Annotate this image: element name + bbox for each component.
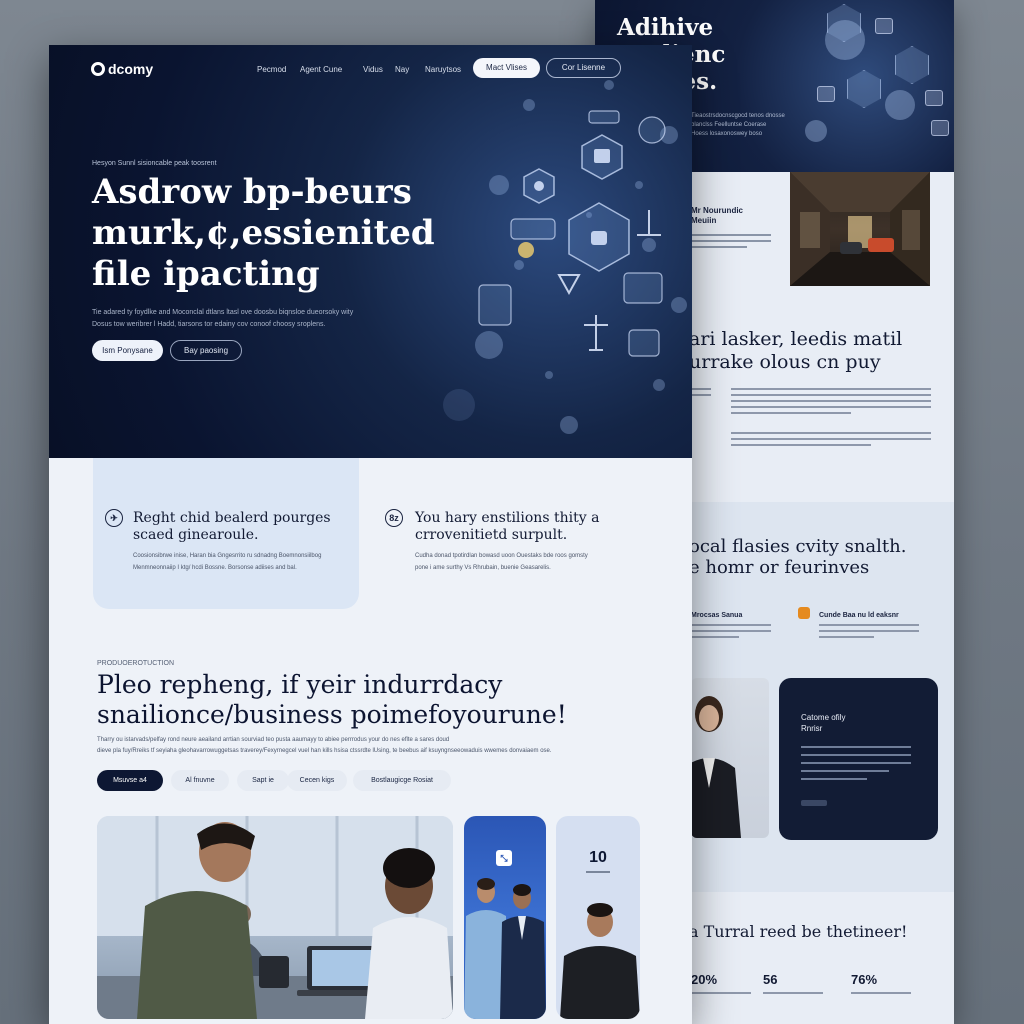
stat-caption [691, 992, 751, 994]
dark-card-title: Catome ofily Rnrisr [801, 713, 846, 733]
nav-primary-button[interactable]: Mact Vlises [473, 58, 540, 78]
stat-value: 20% [691, 972, 718, 987]
section-title: Pleo repheng, if yeir indurrdacy snailio… [97, 670, 567, 729]
feature-body: Coosionsibrwe inise, Haran bia Gngesrrit… [133, 553, 322, 571]
back-feature-title: Mrocsas Sanua [691, 612, 743, 619]
hero-section: dcomy Pecmod Agent Cune Vidus Nay Naruyt… [49, 45, 692, 458]
back-section-heading: ocal flasies cvity snalth. e homr or feu… [689, 536, 907, 578]
colleagues-photo: ⤡ [464, 816, 546, 1019]
brand-name: dcomy [108, 61, 154, 77]
back-feature-title: Cunde Baa nu ld eaksnr [819, 612, 899, 619]
filter-tab-4[interactable]: Cecen kigs [287, 770, 347, 791]
feature-title: Reght chid bealerd pourges scaed ginearo… [133, 510, 331, 543]
back-section-heading: ari lasker, leedis matil urrake olous cn… [689, 328, 903, 373]
back-text-lines [691, 620, 771, 642]
bokeh-light [885, 90, 915, 120]
nav-link-5[interactable]: Naruytsos [425, 65, 461, 74]
chart-icon [931, 120, 949, 136]
sparkle-icon [798, 607, 810, 619]
filter-tab-5[interactable]: Bostlaugicge Rosiat [353, 770, 451, 791]
badge-icon: 8z [385, 509, 403, 527]
nav-link-3[interactable]: Vidus [363, 65, 383, 74]
logo-ring-icon [91, 62, 105, 76]
street-photo [790, 172, 930, 286]
back-section-text-lines [691, 230, 771, 252]
shield-icon [847, 70, 881, 108]
hero-eyebrow: Hesyon Sunnl sisioncable peak toosrent [92, 160, 217, 167]
back-text-lines [691, 384, 711, 400]
feature-card: 8z You hary enstilions thity a crrovenit… [367, 458, 657, 609]
shield-icon [895, 46, 929, 84]
hero-title: Asdrow bp-beurs murk,¢,essienited file i… [92, 172, 435, 294]
filter-tab-2[interactable]: Al fnuvne [171, 770, 229, 791]
brand-logo[interactable]: dcomy [91, 61, 153, 77]
airplane-icon: ✈ [105, 509, 123, 527]
stat-value: 76% [851, 972, 878, 987]
back-text-lines [819, 620, 919, 642]
stat-portrait-card: 10 [556, 816, 640, 1019]
landing-page: dcomy Pecmod Agent Cune Vidus Nay Naruyt… [49, 45, 692, 1024]
feature-title: You hary enstilions thity a crrovenitiet… [415, 510, 600, 543]
feature-card: ✈ Reght chid bealerd pourges scaed ginea… [93, 458, 359, 609]
back-section-heading: a Turral reed be thetineer! [689, 922, 908, 941]
nav-link-2[interactable]: Agent Cune [300, 65, 342, 74]
bokeh-light [805, 120, 827, 142]
back-text-lines [731, 428, 931, 450]
chart-icon [817, 86, 835, 102]
hero-subtitle: Tie adared ty foydlke and Moconclal dtla… [92, 309, 354, 328]
feature-body: Cudha donad tpotirdlan bowasd uoon Ouest… [415, 553, 588, 571]
dark-card-text-lines [801, 740, 911, 786]
businesswoman-photo [691, 678, 769, 838]
back-hero-body: Tieaostrsdocnscgocd tenos dnosse blancls… [691, 113, 785, 137]
nav-link-4[interactable]: Nay [395, 65, 409, 74]
back-section-label: Mr Nourundic Meuiin [691, 206, 743, 225]
hero-secondary-button[interactable]: Bay paosing [170, 340, 242, 361]
stat-caption [763, 992, 823, 994]
dark-card-link[interactable] [801, 800, 827, 806]
chart-icon [925, 90, 943, 106]
chart-icon [875, 18, 893, 34]
stat-value: 56 [763, 972, 778, 987]
section-body: Tharry ou istarvads/pelfay rond neure ae… [97, 737, 552, 754]
filter-tab-3[interactable]: Sapt ie [237, 770, 289, 791]
stat-caption [851, 992, 911, 994]
section-eyebrow: PRODUOEROTUCTION [97, 660, 174, 667]
nav-link-1[interactable]: Pecmod [257, 65, 286, 74]
filter-tab-1[interactable]: Msuvse a4 [97, 770, 163, 791]
back-text-lines [731, 384, 931, 418]
team-working-photo [97, 816, 453, 1019]
hero-primary-button[interactable]: Ism Ponysane [92, 340, 163, 361]
nav-secondary-button[interactable]: Cor Lisenne [546, 58, 621, 78]
back-dark-info-card: Catome ofily Rnrisr [779, 678, 938, 840]
